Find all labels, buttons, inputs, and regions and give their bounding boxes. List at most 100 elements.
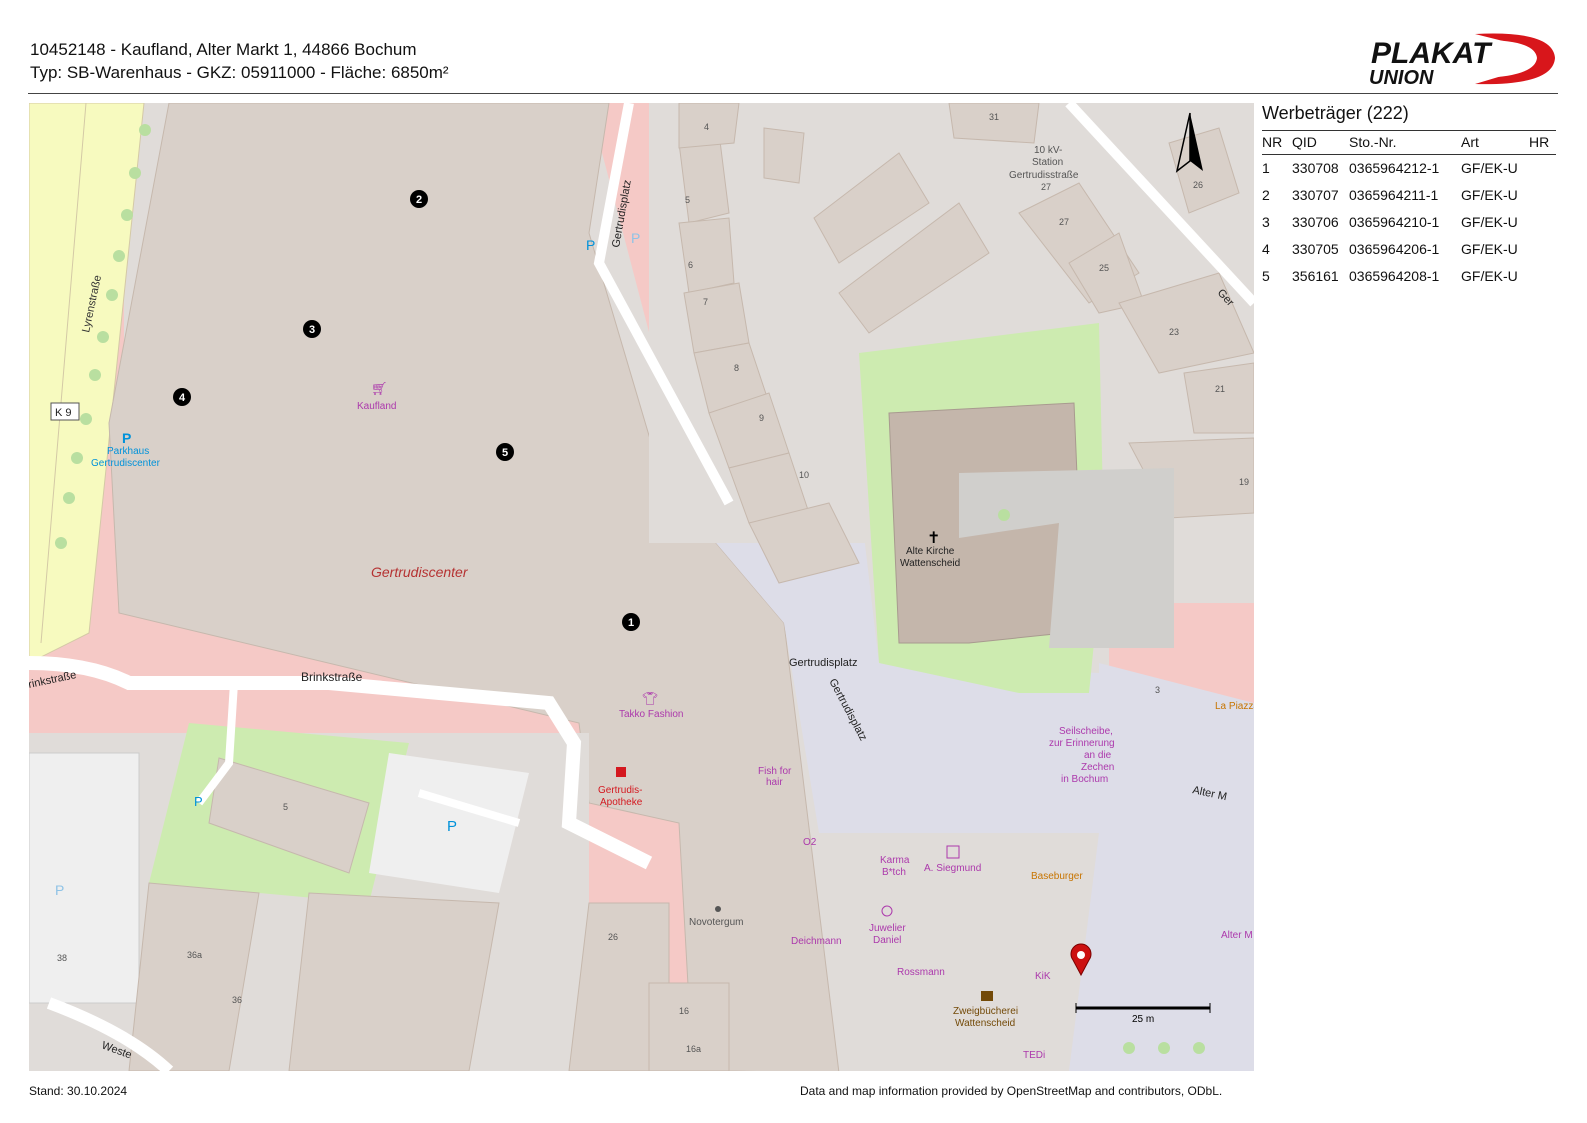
house-number: 3 xyxy=(1155,685,1160,695)
library-icon xyxy=(981,991,993,1001)
label-alter-markt-2: Alter M xyxy=(1221,930,1253,941)
label-juwelier-1: Juwelier xyxy=(869,923,906,934)
col-nr: NR xyxy=(1262,130,1292,155)
parking-icon: P xyxy=(194,794,203,809)
cell-sto: 0365964212-1 xyxy=(1349,160,1440,176)
cell-qid: 356161 xyxy=(1292,268,1339,284)
table-row[interactable]: 4 330705 0365964206-1 GF/EK-U xyxy=(1262,236,1556,263)
label-station-3: Gertrudisstraße xyxy=(1009,170,1079,181)
cell-hr xyxy=(1529,263,1556,290)
parking-icon: P xyxy=(586,237,595,253)
label-karma-1: Karma xyxy=(880,855,910,866)
label-kaufland: Kaufland xyxy=(357,401,396,412)
cell-qid: 330707 xyxy=(1292,187,1339,203)
cell-qid: 330705 xyxy=(1292,241,1339,257)
house-number: 23 xyxy=(1169,327,1179,337)
label-deichmann: Deichmann xyxy=(791,936,842,947)
label-baseburger: Baseburger xyxy=(1031,871,1083,882)
label-seil-1: Seilscheibe, xyxy=(1059,726,1113,737)
cell-nr: 5 xyxy=(1262,268,1270,284)
table-row[interactable]: 3 330706 0365964210-1 GF/EK-U xyxy=(1262,209,1556,236)
house-number: 38 xyxy=(57,953,67,963)
table-row[interactable]: 5 356161 0365964208-1 GF/EK-U xyxy=(1262,263,1556,290)
label-seil-5: in Bochum xyxy=(1061,774,1108,785)
label-seil-4: Zechen xyxy=(1081,762,1114,773)
label-kirche-2: Wattenscheid xyxy=(900,558,960,569)
ad-marker-1[interactable]: 1 xyxy=(622,613,640,631)
church-cross-icon: ✝ xyxy=(927,530,940,547)
cell-hr xyxy=(1529,155,1556,183)
ad-marker-4[interactable]: 4 xyxy=(173,388,191,406)
plakat-union-logo: PLAKAT UNION xyxy=(1369,33,1555,89)
col-qid: QID xyxy=(1292,130,1349,155)
cell-nr: 3 xyxy=(1262,214,1270,230)
label-k9: K 9 xyxy=(55,407,72,419)
pharmacy-icon xyxy=(616,767,626,777)
logo-line1: PLAKAT xyxy=(1371,37,1493,70)
scale-label: 25 m xyxy=(1132,1014,1154,1025)
house-number: 5 xyxy=(283,802,288,812)
parking-icon: P xyxy=(631,230,640,246)
stand-date: Stand: 30.10.2024 xyxy=(29,1084,128,1098)
table-row[interactable]: 2 330707 0365964211-1 GF/EK-U xyxy=(1262,182,1556,209)
label-kirche-1: Alte Kirche xyxy=(906,546,955,557)
header-subtitle: Typ: SB-Warenhaus - GKZ: 05911000 - Fläc… xyxy=(30,63,449,82)
house-number: 8 xyxy=(734,363,739,373)
cell-nr: 4 xyxy=(1262,241,1270,257)
table-row[interactable]: 1 330708 0365964212-1 GF/EK-U xyxy=(1262,155,1556,183)
ad-carrier-panel: Werbeträger (222) NR QID Sto.-Nr. Art HR… xyxy=(1262,103,1558,290)
ad-marker-5[interactable]: 5 xyxy=(496,443,514,461)
house-number: 26 xyxy=(608,932,618,942)
label-karma-2: B*tch xyxy=(882,867,906,878)
label-fish-1: Fish for xyxy=(758,766,792,777)
cell-hr xyxy=(1529,182,1556,209)
cell-hr xyxy=(1529,209,1556,236)
house-number: 16 xyxy=(679,1006,689,1016)
cell-art: GF/EK-U xyxy=(1461,187,1518,203)
label-apotheke-1: Gertrudis- xyxy=(598,785,642,796)
shopping-cart-icon: 🛒︎ xyxy=(371,381,388,396)
marker-label: 4 xyxy=(179,392,186,404)
label-zweig-2: Wattenscheid xyxy=(955,1018,1015,1029)
col-art: Art xyxy=(1461,130,1529,155)
logo-line2: UNION xyxy=(1369,67,1434,89)
cell-sto: 0365964210-1 xyxy=(1349,214,1440,230)
label-gertrudisplatz: Gertrudisplatz xyxy=(789,657,857,669)
label-kik: KiK xyxy=(1035,971,1051,982)
house-number: 36a xyxy=(187,950,202,960)
house-number: 21 xyxy=(1215,384,1225,394)
house-number: 27 xyxy=(1041,182,1051,192)
label-seil-2: zur Erinnerung xyxy=(1049,738,1115,749)
header-divider xyxy=(28,93,1558,94)
house-number: 4 xyxy=(704,122,709,132)
label-fish-2: hair xyxy=(766,777,783,788)
col-hr: HR xyxy=(1529,130,1556,155)
label-station-1: 10 kV- xyxy=(1034,145,1062,156)
label-gertrudiscenter: Gertrudiscenter xyxy=(371,564,469,580)
house-number: 10 xyxy=(799,470,809,480)
marker-label: 2 xyxy=(416,194,422,206)
house-number: 5 xyxy=(685,195,690,205)
house-number: 26 xyxy=(1193,180,1203,190)
house-number: 16a xyxy=(686,1044,701,1054)
label-takko: Takko Fashion xyxy=(619,709,683,720)
cell-art: GF/EK-U xyxy=(1461,160,1518,176)
house-number: 19 xyxy=(1239,477,1249,487)
house-number: 25 xyxy=(1099,263,1109,273)
house-number: 36 xyxy=(232,995,242,1005)
label-brinkstrasse: Brinkstraße xyxy=(301,670,363,684)
house-number: 27 xyxy=(1059,217,1069,227)
map-view[interactable]: Lyrenstraße K 9 Brinkstraße rinkstraße G… xyxy=(29,103,1254,1071)
label-station-2: Station xyxy=(1032,157,1063,168)
shirt-icon: 👕︎ xyxy=(642,691,659,706)
ad-marker-2[interactable]: 2 xyxy=(410,190,428,208)
ad-carrier-table: NR QID Sto.-Nr. Art HR 1 330708 03659642… xyxy=(1262,130,1556,290)
marker-label: 3 xyxy=(309,324,315,336)
label-tedi: TEDi xyxy=(1023,1050,1045,1061)
panel-title: Werbeträger (222) xyxy=(1262,103,1409,123)
cell-hr xyxy=(1529,236,1556,263)
label-zweig-1: Zweigbücherei xyxy=(953,1006,1018,1017)
ad-marker-3[interactable]: 3 xyxy=(303,320,321,338)
cell-art: GF/EK-U xyxy=(1461,214,1518,230)
cell-sto: 0365964208-1 xyxy=(1349,268,1440,284)
